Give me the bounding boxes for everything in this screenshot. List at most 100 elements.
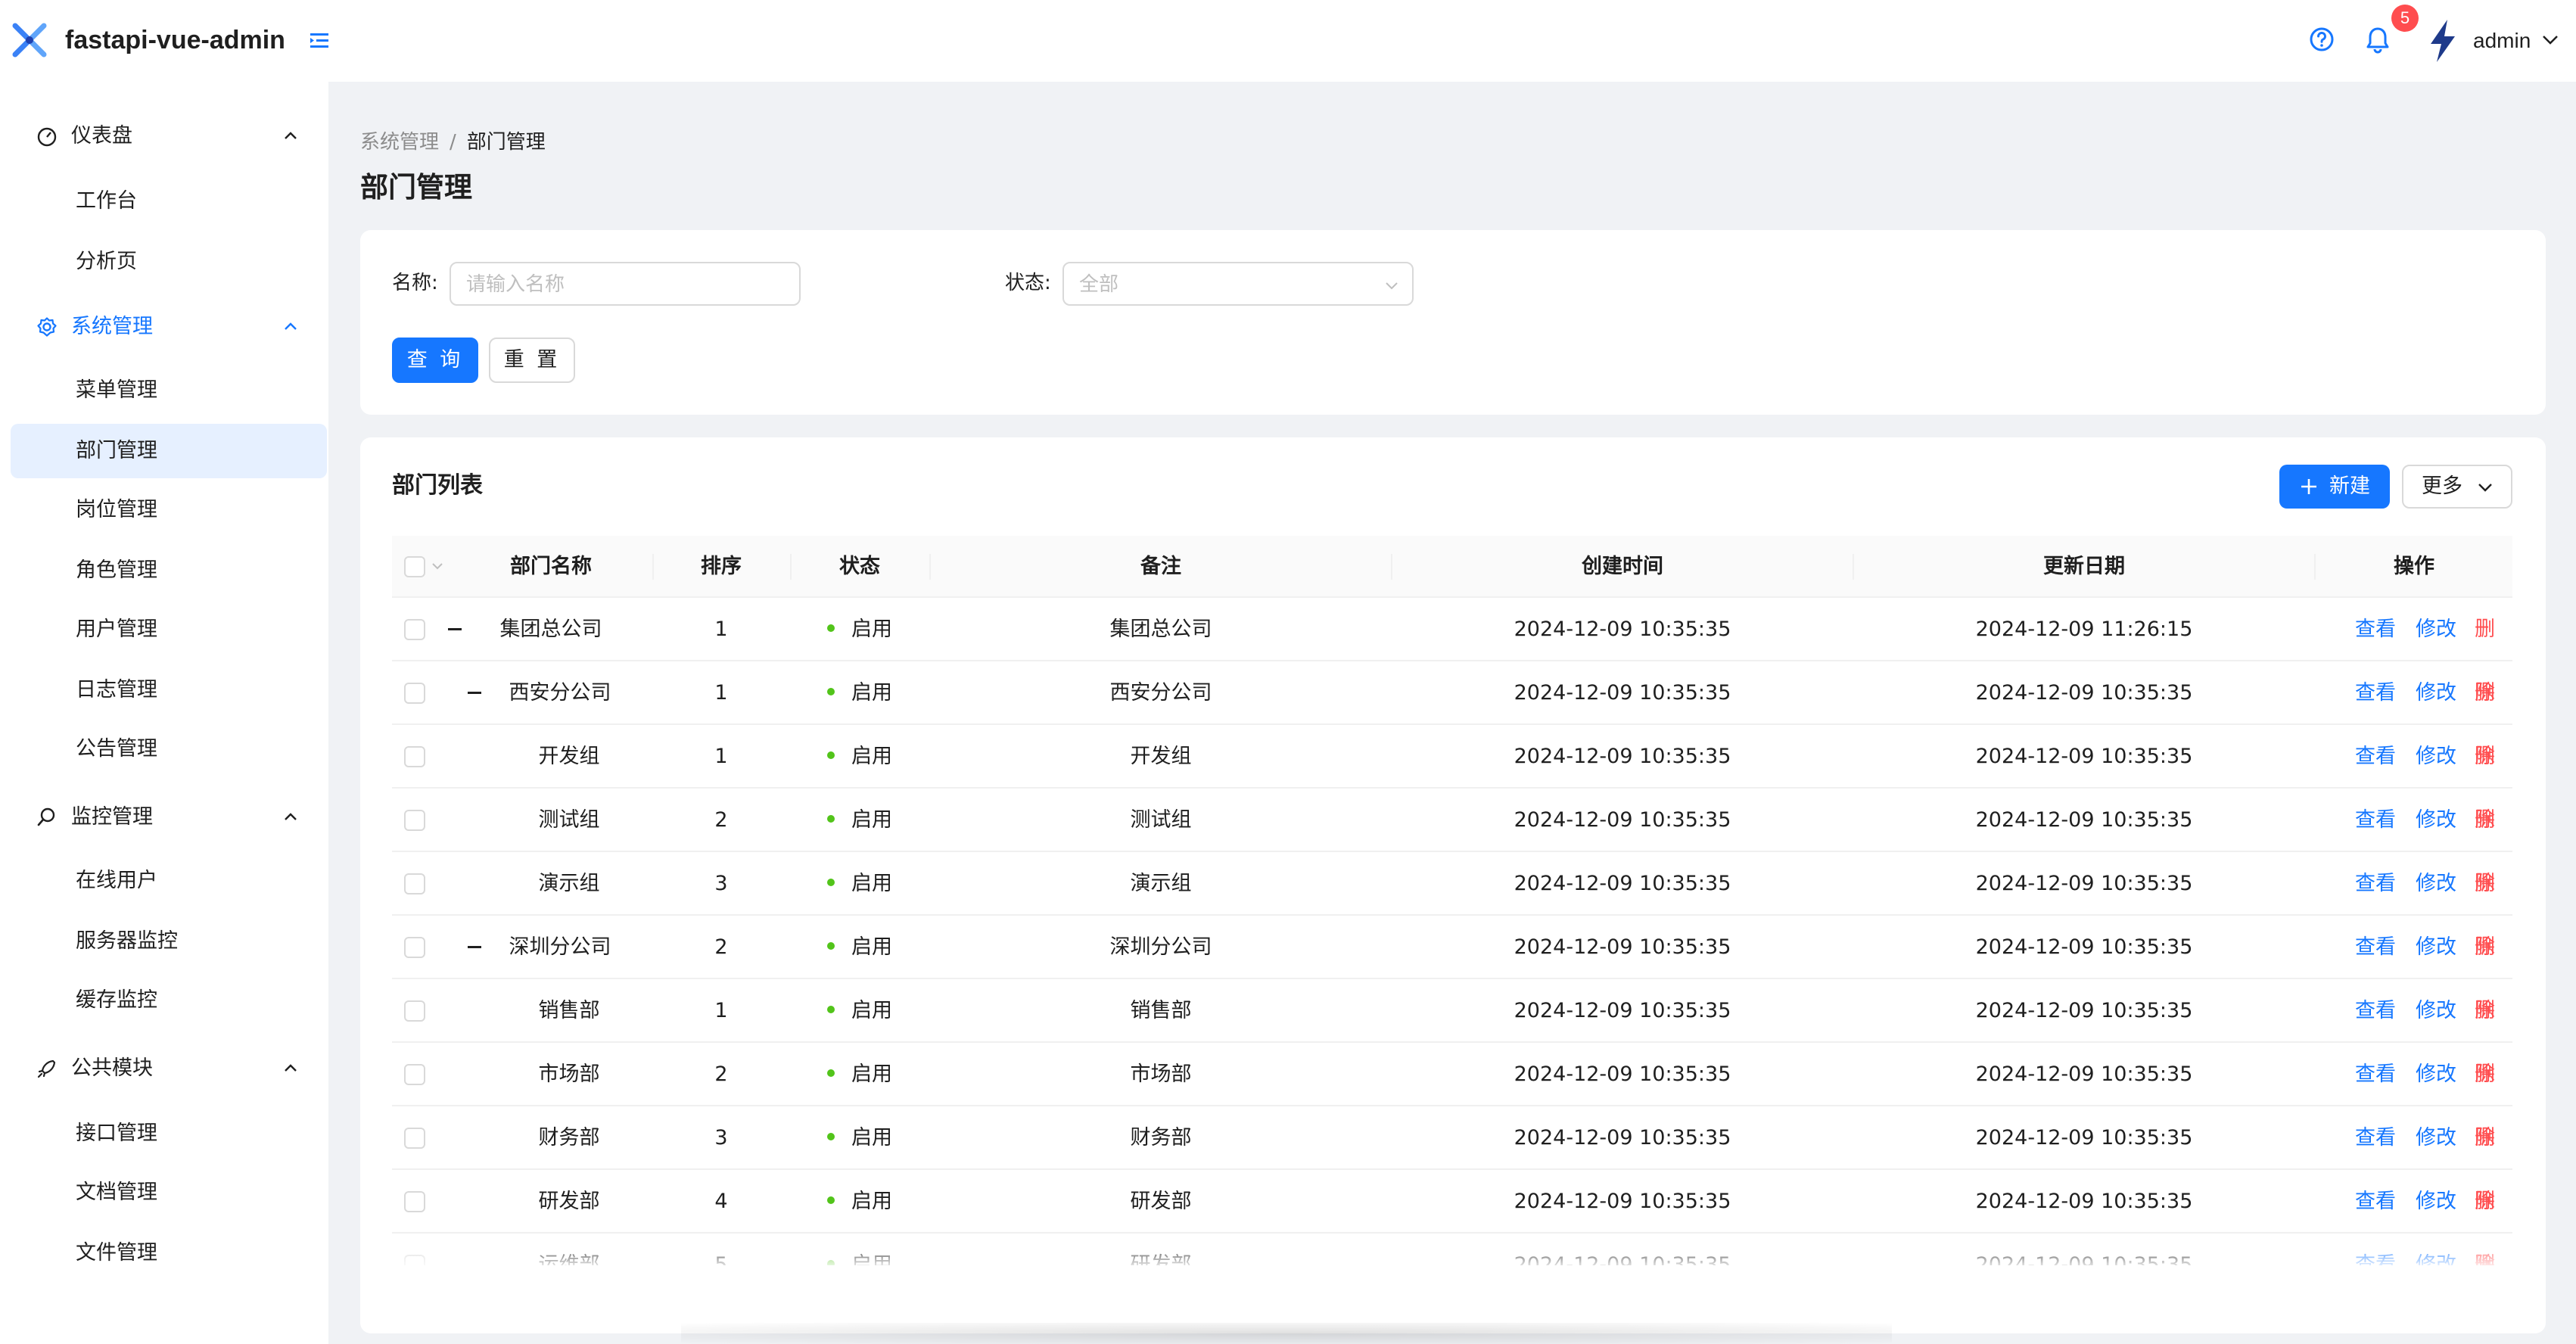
- status-text: 启用: [851, 1190, 892, 1213]
- reset-button[interactable]: 重 置: [489, 338, 575, 383]
- sidebar-group-label: 仪表盘: [71, 124, 132, 148]
- view-link[interactable]: 查看: [2355, 661, 2396, 725]
- view-link[interactable]: 查看: [2355, 916, 2396, 979]
- status-dot-icon: [827, 1196, 835, 1204]
- cell-sort: 2: [714, 1062, 728, 1086]
- sidebar-item-online-users[interactable]: 在线用户: [11, 854, 327, 908]
- sidebar-item-menu[interactable]: 菜单管理: [11, 363, 327, 418]
- cell-name: 测试组: [538, 808, 600, 832]
- breadcrumb-parent[interactable]: 系统管理: [360, 131, 439, 154]
- row-checkbox[interactable]: [404, 937, 425, 958]
- view-link[interactable]: 查看: [2355, 1043, 2396, 1106]
- view-link[interactable]: 查看: [2355, 979, 2396, 1043]
- row-checkbox[interactable]: [404, 619, 425, 640]
- cell-updated: 2024-12-09 10:35:35: [1975, 1062, 2193, 1086]
- edit-link[interactable]: 修改: [2416, 852, 2456, 916]
- status-dot-icon: [827, 941, 835, 950]
- cell-status: 启用: [792, 979, 928, 1043]
- name-input[interactable]: 请输入名称: [450, 262, 801, 306]
- help-icon[interactable]: [2308, 26, 2335, 53]
- avatar[interactable]: [2423, 18, 2461, 64]
- menu-fold-icon[interactable]: [306, 27, 333, 54]
- view-link[interactable]: 查看: [2355, 1170, 2396, 1234]
- select-all-checkbox[interactable]: [404, 556, 425, 577]
- status-dot-icon: [827, 1132, 835, 1140]
- edit-link[interactable]: 修改: [2416, 1043, 2456, 1106]
- row-checkbox[interactable]: [404, 1064, 425, 1085]
- view-link[interactable]: 查看: [2355, 789, 2396, 852]
- sidebar-item-server-monitor[interactable]: 服务器监控: [11, 914, 327, 969]
- sidebar-item-role[interactable]: 角色管理: [11, 543, 327, 598]
- row-checkbox[interactable]: [404, 810, 425, 831]
- sidebar-item-label: 菜单管理: [76, 378, 157, 402]
- sidebar-item-docs[interactable]: 文档管理: [11, 1165, 327, 1220]
- sidebar-item-analysis[interactable]: 分析页: [11, 235, 327, 289]
- status-select[interactable]: 全部: [1062, 262, 1414, 306]
- chevron-up-icon: [285, 1064, 297, 1072]
- sidebar-group-label: 公共模块: [71, 1056, 153, 1080]
- bell-icon[interactable]: [2363, 24, 2393, 56]
- status-label: 状态:: [1005, 272, 1051, 294]
- top-header: fastapi-vue-admin 5 admin: [0, 0, 2576, 82]
- view-link[interactable]: 查看: [2355, 598, 2396, 661]
- sidebar-item-label: 角色管理: [76, 558, 157, 582]
- sidebar-item-user[interactable]: 用户管理: [11, 602, 327, 657]
- cell-updated: 2024-12-09 10:35:35: [1975, 935, 2193, 959]
- name-label: 名称:: [392, 272, 438, 294]
- row-checkbox[interactable]: [404, 1128, 425, 1149]
- cell-updated: 2024-12-09 10:35:35: [1975, 808, 2193, 832]
- cell-status: 启用: [792, 1170, 928, 1234]
- sidebar-item-notice[interactable]: 公告管理: [11, 722, 327, 776]
- table-row: 销售部 1 启用 销售部 2024-12-09 10:35:35 2024-12-09 1…: [392, 979, 2512, 1086]
- sidebar-group-common[interactable]: 公共模块: [0, 1038, 328, 1099]
- row-checkbox[interactable]: [404, 1000, 425, 1022]
- user-name[interactable]: admin: [2473, 26, 2531, 56]
- cell-name: 集团总公司: [499, 618, 602, 641]
- cell-sort: 1: [714, 681, 728, 705]
- cell-sort: 2: [714, 808, 728, 832]
- sidebar-group-dashboard[interactable]: 仪表盘: [0, 106, 328, 166]
- sidebar-item-api[interactable]: 接口管理: [11, 1106, 327, 1161]
- edit-link[interactable]: 修改: [2416, 979, 2456, 1043]
- edit-link[interactable]: 修改: [2416, 598, 2456, 661]
- cell-status: 启用: [792, 789, 928, 852]
- chevron-down-icon: [1386, 282, 1398, 290]
- edit-link[interactable]: 修改: [2416, 916, 2456, 979]
- sidebar-item-label: 缓存监控: [76, 988, 157, 1012]
- query-button[interactable]: 查 询: [392, 338, 478, 383]
- new-button[interactable]: 新建: [2279, 465, 2390, 509]
- sidebar-group-system[interactable]: 系统管理: [0, 297, 328, 357]
- sidebar-item-files[interactable]: 文件管理: [11, 1226, 327, 1280]
- more-button[interactable]: 更多: [2402, 465, 2512, 509]
- sidebar-item-workbench[interactable]: 工作台: [11, 174, 327, 229]
- sidebar-item-label: 日志管理: [76, 678, 157, 702]
- edit-link[interactable]: 修改: [2416, 1106, 2456, 1170]
- breadcrumb-current: 部门管理: [466, 131, 546, 154]
- status-dot-icon: [827, 1005, 835, 1013]
- chevron-down-icon[interactable]: [430, 558, 445, 574]
- sidebar-item-position[interactable]: 岗位管理: [11, 483, 327, 537]
- sidebar-item-label: 服务器监控: [76, 929, 178, 953]
- status-text: 启用: [851, 935, 892, 959]
- sidebar-group-monitor[interactable]: 监控管理: [0, 787, 328, 848]
- sidebar-item-log[interactable]: 日志管理: [11, 663, 327, 717]
- row-checkbox[interactable]: [404, 746, 425, 767]
- sidebar-item-department[interactable]: 部门管理: [11, 424, 327, 478]
- sidebar-item-label: 分析页: [76, 250, 137, 273]
- chevron-up-icon: [285, 322, 297, 330]
- row-checkbox[interactable]: [404, 873, 425, 894]
- cell-created: 2024-12-09 10:35:35: [1514, 999, 1731, 1022]
- row-checkbox[interactable]: [404, 683, 425, 704]
- cell-sort: 1: [714, 999, 728, 1022]
- row-checkbox[interactable]: [404, 1191, 425, 1212]
- view-link[interactable]: 查看: [2355, 725, 2396, 789]
- edit-link[interactable]: 修改: [2416, 1170, 2456, 1234]
- view-link[interactable]: 查看: [2355, 852, 2396, 916]
- sidebar-item-cache-monitor[interactable]: 缓存监控: [11, 973, 327, 1028]
- department-list-card: 部门列表 新建 更多 部门名称 排序 状态 备注 创建时间 更新日期 操作 集团…: [360, 437, 2546, 1333]
- edit-link[interactable]: 修改: [2416, 789, 2456, 852]
- chevron-down-icon[interactable]: [2540, 29, 2561, 50]
- edit-link[interactable]: 修改: [2416, 725, 2456, 789]
- view-link[interactable]: 查看: [2355, 1106, 2396, 1170]
- edit-link[interactable]: 修改: [2416, 661, 2456, 725]
